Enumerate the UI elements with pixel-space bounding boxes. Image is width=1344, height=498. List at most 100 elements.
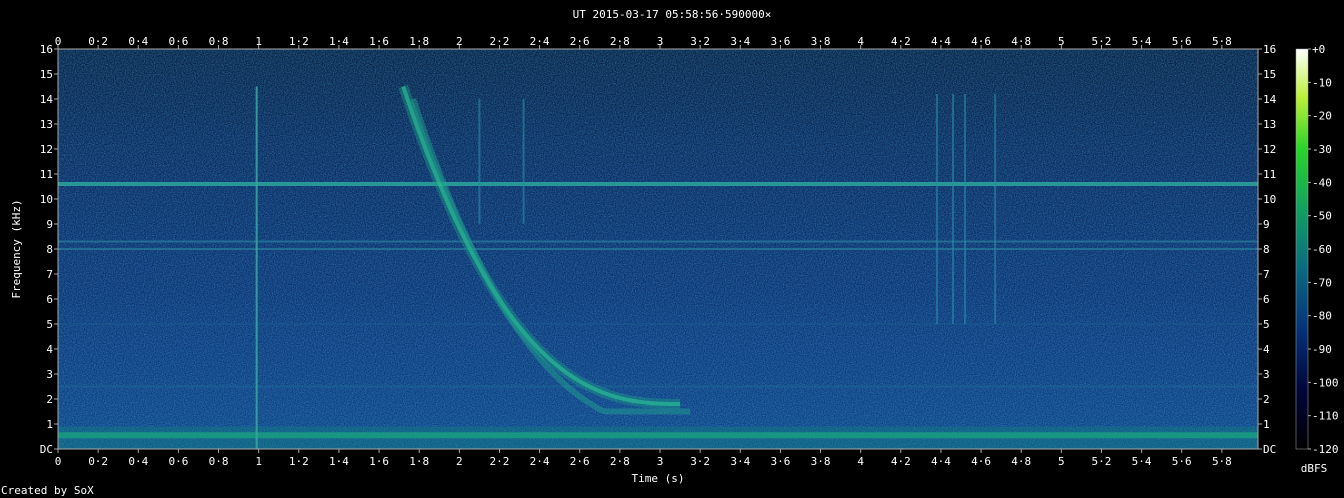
x-tick-label-bottom: 0·4	[128, 455, 148, 468]
y-axis-label: Frequency (kHz)	[10, 199, 23, 298]
x-tick-label-bottom: 1·8	[409, 455, 429, 468]
x-tick-label-bottom: 2·2	[490, 455, 510, 468]
x-tick-label-top: 4·6	[971, 35, 991, 48]
x-axis-label: Time (s)	[632, 472, 685, 485]
y-tick-label-left: 8	[46, 243, 53, 256]
y-tick-label-left: 1	[46, 418, 53, 431]
x-tick-label-top: 5	[1058, 35, 1065, 48]
y-tick-label-right: 8	[1263, 243, 1270, 256]
x-tick-label-bottom: 4·6	[971, 455, 991, 468]
colorbar-tick-label: -70	[1312, 276, 1332, 289]
y-tick-label-left: 3	[46, 368, 53, 381]
horizontal-line	[58, 248, 1258, 250]
x-tick-label-top: 5·4	[1132, 35, 1152, 48]
y-tick-label-left: 15	[40, 68, 53, 81]
colorbar	[1295, 48, 1309, 450]
x-tick-label-bottom: 1·6	[369, 455, 389, 468]
x-tick-label-bottom: 5·6	[1172, 455, 1192, 468]
spectrogram-chart: 000·20·20·40·40·60·60·80·8111·21·21·41·4…	[10, 35, 1339, 485]
y-tick-label-left: 9	[46, 218, 53, 231]
x-tick-label-top: 4·8	[1011, 35, 1031, 48]
x-tick-label-top: 5·2	[1092, 35, 1112, 48]
x-tick-label-top: 2·2	[490, 35, 510, 48]
y-tick-label-left: 12	[40, 143, 53, 156]
colorbar-tick-label: -90	[1312, 343, 1332, 356]
x-tick-label-top: 1·6	[369, 35, 389, 48]
x-tick-label-bottom: 4·8	[1011, 455, 1031, 468]
y-tick-label-left: 4	[46, 343, 53, 356]
x-tick-label-top: 0·8	[209, 35, 229, 48]
x-tick-label-top: 1·4	[329, 35, 349, 48]
x-tick-label-bottom: 3·8	[811, 455, 831, 468]
x-tick-label-top: 5·8	[1212, 35, 1232, 48]
x-tick-label-bottom: 0·6	[168, 455, 188, 468]
y-tick-label-right: 5	[1263, 318, 1270, 331]
x-tick-label-top: 2·8	[610, 35, 630, 48]
vertical-spike	[478, 99, 481, 224]
colorbar-tick-label: -20	[1312, 110, 1332, 123]
colorbar-tick-label: -40	[1312, 176, 1332, 189]
x-tick-label-bottom: 1	[255, 455, 262, 468]
x-tick-label-bottom: 3·6	[770, 455, 790, 468]
x-tick-label-bottom: 1·4	[329, 455, 349, 468]
colorbar-tick-label: -60	[1312, 243, 1332, 256]
x-tick-label-bottom: 4·2	[891, 455, 911, 468]
horizontal-line	[58, 182, 1258, 186]
x-tick-label-bottom: 0	[55, 455, 62, 468]
vertical-spike	[255, 86, 258, 449]
y-tick-label-left: 2	[46, 393, 53, 406]
y-tick-label-right: 4	[1263, 343, 1270, 356]
horizontal-line	[58, 240, 1258, 243]
horizontal-line	[58, 385, 1258, 388]
x-tick-label-top: 0·6	[168, 35, 188, 48]
x-tick-label-bottom: 0·2	[88, 455, 108, 468]
x-tick-label-bottom: 2	[456, 455, 463, 468]
colorbar-tick-label: -120	[1312, 443, 1339, 456]
y-tick-label-left: 10	[40, 193, 53, 206]
x-tick-label-top: 1·2	[289, 35, 309, 48]
x-tick-label-top: 1	[255, 35, 262, 48]
x-tick-label-bottom: 3·2	[690, 455, 710, 468]
vertical-spike	[994, 94, 997, 324]
x-tick-label-top: 1·8	[409, 35, 429, 48]
vertical-spike	[522, 99, 525, 224]
x-tick-label-bottom: 3·4	[730, 455, 750, 468]
x-tick-label-bottom: 4·4	[931, 455, 951, 468]
sox-credit: Created by SoX	[1, 484, 94, 497]
colorbar-tick-label: -10	[1312, 76, 1332, 89]
y-tick-label-right: 3	[1263, 368, 1270, 381]
x-tick-label-top: 2·4	[530, 35, 550, 48]
y-tick-label-right: 14	[1263, 93, 1277, 106]
y-tick-label-right: 11	[1263, 168, 1276, 181]
y-tick-label-left: 5	[46, 318, 53, 331]
x-tick-label-top: 4·4	[931, 35, 951, 48]
x-tick-label-top: 5·6	[1172, 35, 1192, 48]
x-tick-label-bottom: 2·6	[570, 455, 590, 468]
y-tick-label-right: 9	[1263, 218, 1270, 231]
x-tick-label-top: 3·4	[730, 35, 750, 48]
x-tick-label-bottom: 5·2	[1092, 455, 1112, 468]
y-tick-label-left: 13	[40, 118, 53, 131]
colorbar-label: dBFS	[1301, 462, 1328, 475]
y-tick-label-right: DC	[1263, 443, 1276, 456]
x-tick-label-bottom: 1·2	[289, 455, 309, 468]
y-tick-label-right: 15	[1263, 68, 1276, 81]
colorbar-tick-label: -30	[1312, 143, 1332, 156]
y-tick-label-left: 14	[40, 93, 54, 106]
y-tick-label-right: 10	[1263, 193, 1276, 206]
y-tick-label-right: 1	[1263, 418, 1270, 431]
horizontal-line	[58, 323, 1258, 325]
x-tick-label-top: 4·2	[891, 35, 911, 48]
x-tick-label-top: 3·6	[770, 35, 790, 48]
colorbar-tick-label: +0	[1312, 43, 1325, 56]
y-tick-label-right: 16	[1263, 43, 1276, 56]
y-tick-label-left: 11	[40, 168, 53, 181]
colorbar-tick-label: -80	[1312, 310, 1332, 323]
x-tick-label-bottom: 2·8	[610, 455, 630, 468]
colorbar-tick-label: -50	[1312, 210, 1332, 223]
y-tick-label-right: 6	[1263, 293, 1270, 306]
x-tick-label-top: 3·2	[690, 35, 710, 48]
x-tick-label-bottom: 5·4	[1132, 455, 1152, 468]
x-tick-label-top: 4	[857, 35, 864, 48]
x-tick-label-top: 0·2	[88, 35, 108, 48]
